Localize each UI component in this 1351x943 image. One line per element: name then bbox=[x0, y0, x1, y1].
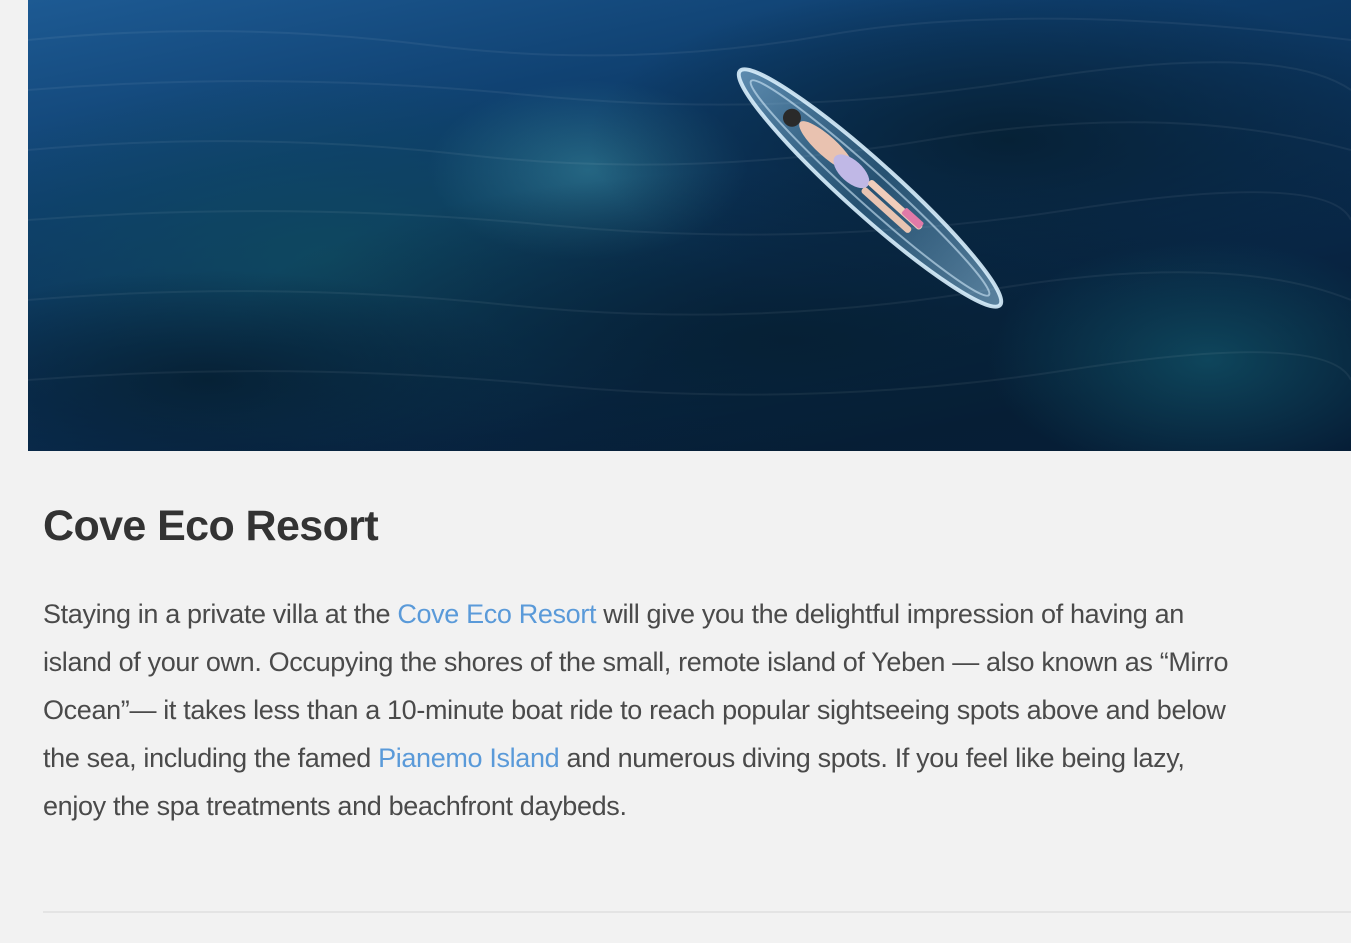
article-title: Cove Eco Resort bbox=[43, 502, 379, 550]
body-text-segment: Ocean”— it takes less than a 10-minute b… bbox=[43, 695, 1226, 725]
ocean-kayak-photo bbox=[28, 0, 1351, 451]
hero-image bbox=[28, 0, 1351, 451]
body-line-1: Staying in a private villa at the Cove E… bbox=[43, 590, 1351, 638]
body-text-segment: Staying in a private villa at the bbox=[43, 599, 398, 629]
body-text-segment: island of your own. Occupying the shores… bbox=[43, 647, 1229, 677]
body-text-segment: and numerous diving spots. If you feel l… bbox=[559, 743, 1185, 773]
body-line-4: the sea, including the famed Pianemo Isl… bbox=[43, 734, 1351, 782]
article-body: Staying in a private villa at the Cove E… bbox=[43, 590, 1351, 830]
cove-eco-resort-link[interactable]: Cove Eco Resort bbox=[397, 599, 596, 629]
body-line-2: island of your own. Occupying the shores… bbox=[43, 638, 1351, 686]
pianemo-island-link[interactable]: Pianemo Island bbox=[378, 743, 560, 773]
body-text-segment: will give you the delightful impression … bbox=[596, 599, 1184, 629]
body-line-3: Ocean”— it takes less than a 10-minute b… bbox=[43, 686, 1351, 734]
body-text-segment: enjoy the spa treatments and beachfront … bbox=[43, 791, 627, 821]
page: Cove Eco Resort Staying in a private vil… bbox=[0, 0, 1351, 943]
body-line-5: enjoy the spa treatments and beachfront … bbox=[43, 782, 1351, 830]
article-section: Cove Eco Resort Staying in a private vil… bbox=[43, 496, 1351, 821]
section-divider bbox=[43, 911, 1351, 913]
body-text-segment: the sea, including the famed bbox=[43, 743, 379, 773]
